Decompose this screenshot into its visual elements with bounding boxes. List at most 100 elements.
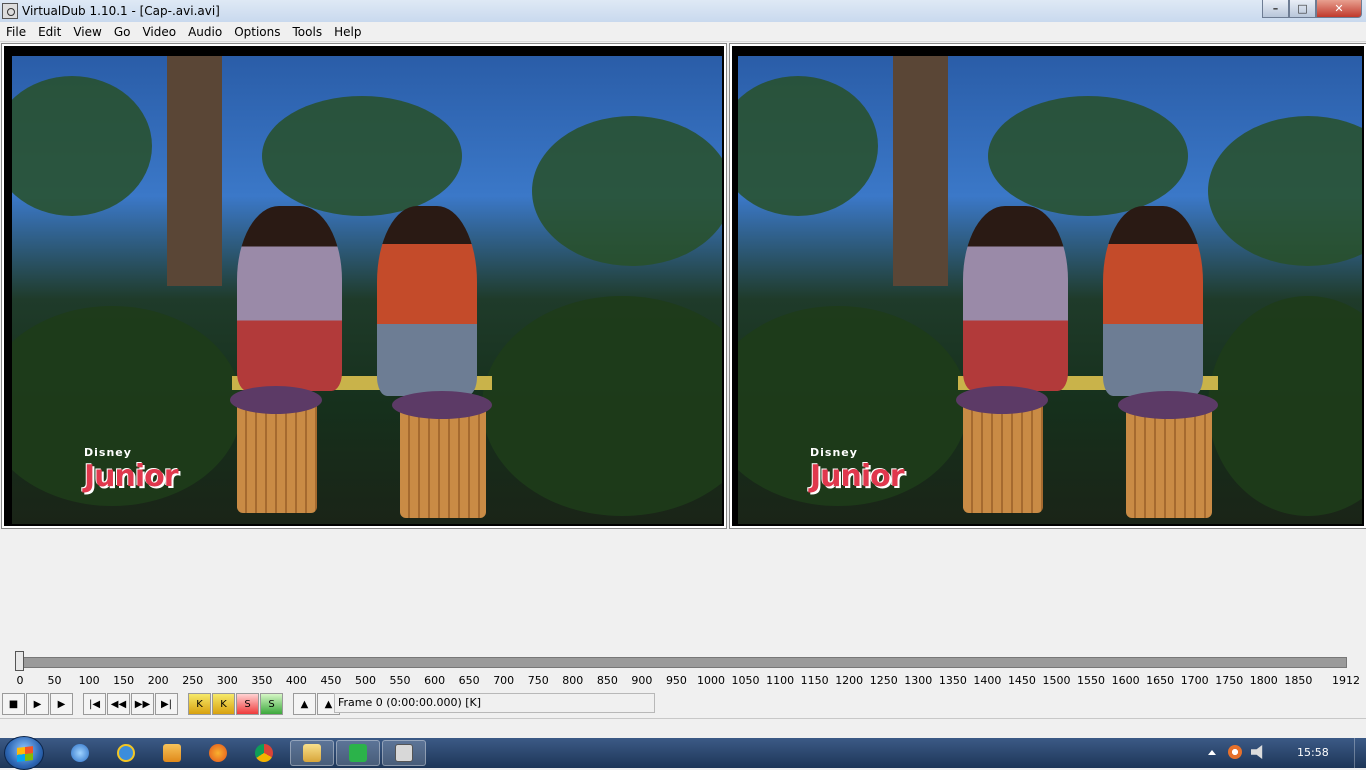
menu-bar: File Edit View Go Video Audio Options To… (0, 22, 1366, 42)
menu-go[interactable]: Go (108, 25, 137, 39)
end-button[interactable]: ▶| (155, 693, 178, 715)
next-scene-button[interactable]: S (260, 693, 283, 715)
next-keyframe-button[interactable]: K (212, 693, 235, 715)
volume-muted-icon[interactable] (1251, 745, 1263, 759)
notepad-icon (349, 744, 367, 762)
timeline-tick-label: 200 (147, 674, 169, 687)
network-icon (71, 744, 89, 762)
menu-file[interactable]: File (0, 25, 32, 39)
virtualdub-icon (395, 744, 413, 762)
menu-audio[interactable]: Audio (182, 25, 228, 39)
window-controls: – □ ✕ (1262, 0, 1362, 18)
close-button[interactable]: ✕ (1316, 0, 1362, 18)
menu-video[interactable]: Video (136, 25, 182, 39)
drum (1126, 406, 1212, 518)
timeline-tick-label: 1912 (1332, 674, 1360, 687)
timeline-tick-label: 500 (355, 674, 376, 687)
taskbar-explorer[interactable] (290, 740, 334, 766)
taskbar-network-app[interactable] (58, 740, 102, 766)
stop-button[interactable]: ■ (2, 693, 25, 715)
menu-help[interactable]: Help (328, 25, 367, 39)
foliage (262, 96, 462, 216)
ie-icon (117, 744, 135, 762)
channel-logo: Disney Junior (84, 446, 179, 494)
window-title: VirtualDub 1.10.1 - [Cap-.avi.avi] (22, 4, 220, 18)
menu-view[interactable]: View (67, 25, 107, 39)
playback-toolbar: ■ ▶ ▶ |◀ ◀◀ ▶▶ ▶| K K S S ▲ ▲ (2, 692, 341, 716)
channel-logo-main: Junior (84, 459, 179, 494)
position-slider-thumb[interactable] (15, 651, 24, 671)
play-output-button[interactable]: ▶ (50, 693, 73, 715)
input-video-frame: Disney Junior (12, 56, 722, 524)
timeline-tick-label: 1400 (973, 674, 1002, 687)
drum (963, 401, 1043, 513)
mark-in-button[interactable]: ▲ (293, 693, 316, 715)
timeline-tick-label: 1550 (1077, 674, 1106, 687)
timeline-tick-label: 1200 (835, 674, 864, 687)
foliage (482, 296, 722, 516)
channel-logo-small: Disney (810, 446, 858, 459)
drum-top (956, 386, 1048, 414)
taskbar-firefox[interactable] (196, 740, 240, 766)
tree-trunk (167, 56, 222, 286)
timeline-tick-label: 1350 (938, 674, 967, 687)
channel-logo-small: Disney (84, 446, 132, 459)
show-hidden-icons-icon[interactable] (1208, 750, 1216, 755)
foliage (988, 96, 1188, 216)
taskbar-media-player[interactable] (150, 740, 194, 766)
timeline-tick-label: 1750 (1215, 674, 1244, 687)
taskbar-ie[interactable] (104, 740, 148, 766)
prev-keyframe-button[interactable]: K (188, 693, 211, 715)
boy (377, 206, 477, 396)
timeline-tick-label: 650 (458, 674, 480, 687)
start-button[interactable] (4, 736, 44, 770)
menu-edit[interactable]: Edit (32, 25, 67, 39)
timeline-tick-label: 1050 (731, 674, 760, 687)
timeline-tick-label: 550 (389, 674, 411, 687)
timeline-tick-label: 1450 (1007, 674, 1036, 687)
timeline-tick-label: 300 (216, 674, 238, 687)
foliage (738, 76, 878, 216)
timeline-tick-label: 800 (562, 674, 584, 687)
taskbar-virtualdub[interactable] (382, 740, 426, 766)
play-input-button[interactable]: ▶ (26, 693, 49, 715)
timeline-tick-label: 1250 (869, 674, 898, 687)
timeline-tick-label: 1800 (1249, 674, 1278, 687)
output-video-pane[interactable]: Disney Junior (729, 43, 1366, 529)
tree-trunk (893, 56, 948, 286)
minimize-button[interactable]: – (1262, 0, 1289, 18)
timeline-tick-label: 1100 (766, 674, 795, 687)
chrome-icon (255, 744, 273, 762)
antivirus-icon[interactable] (1228, 745, 1242, 759)
virtualdub-app-icon[interactable] (2, 3, 18, 19)
timeline-tick-label: 0 (16, 674, 24, 687)
menu-options[interactable]: Options (228, 25, 286, 39)
frame-indicator[interactable]: Frame 0 (0:00:00.000) [K] (334, 693, 655, 713)
timeline-tick-label: 50 (47, 674, 62, 687)
timeline-tick-label: 1650 (1146, 674, 1175, 687)
taskbar-notepad[interactable] (336, 740, 380, 766)
start-button[interactable]: |◀ (83, 693, 106, 715)
menu-tools[interactable]: Tools (287, 25, 329, 39)
taskbar-chrome[interactable] (242, 740, 286, 766)
timeline-tick-label: 250 (182, 674, 204, 687)
show-desktop-button[interactable] (1354, 738, 1366, 768)
firefox-icon (209, 744, 227, 762)
taskbar (0, 736, 1366, 770)
timeline-tick-label: 1600 (1111, 674, 1140, 687)
timeline-tick-label: 950 (665, 674, 687, 687)
prev-scene-button[interactable]: S (236, 693, 259, 715)
timeline-tick-label: 1300 (904, 674, 933, 687)
boy (1103, 206, 1203, 396)
input-video-pane[interactable]: Disney Junior (1, 43, 727, 529)
position-slider-track[interactable] (16, 657, 1347, 668)
next-frame-button[interactable]: ▶▶ (131, 693, 154, 715)
timeline-tick-label: 850 (596, 674, 618, 687)
prev-frame-button[interactable]: ◀◀ (107, 693, 130, 715)
maximize-button[interactable]: □ (1289, 0, 1316, 18)
status-bar (0, 718, 1366, 738)
drum (400, 406, 486, 518)
timeline-tick-label: 400 (285, 674, 307, 687)
clock[interactable]: 15:58 (1297, 746, 1329, 759)
timeline-tick-label: 700 (493, 674, 515, 687)
